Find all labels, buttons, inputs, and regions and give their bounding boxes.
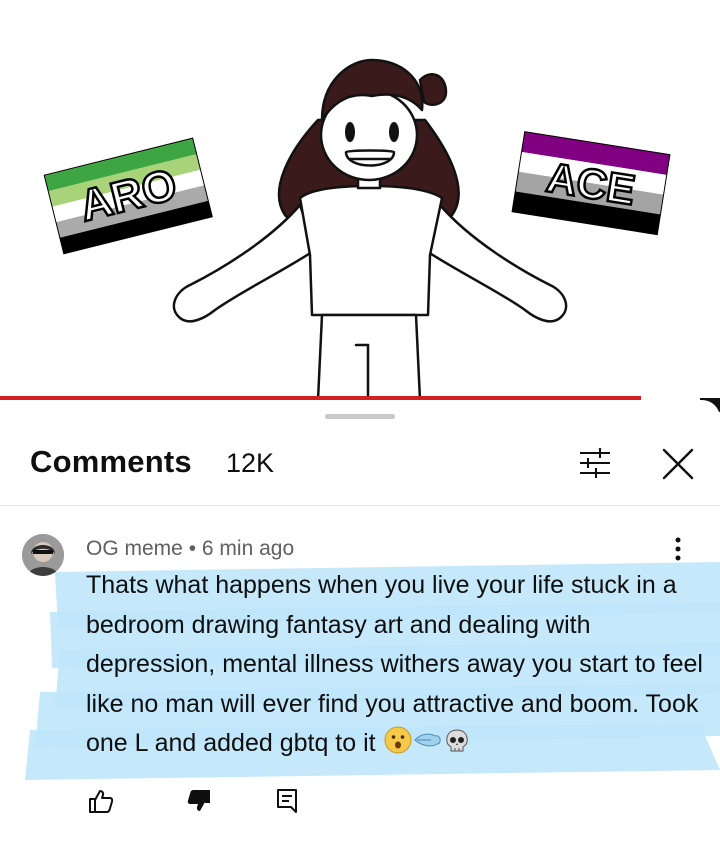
thumb-down-icon[interactable] (186, 788, 212, 814)
comments-count: 12K (226, 448, 275, 478)
meta-separator: • (188, 537, 197, 560)
comment-time: 6 min ago (201, 537, 295, 560)
avatar[interactable] (22, 534, 64, 576)
comment-meta: OG meme • 6 min ago (86, 537, 294, 561)
comment-text-block: Thats what happens when you live your li… (86, 566, 706, 764)
hushed-face-icon (384, 726, 412, 754)
video-frame-illustration: ARO ACE (43, 58, 671, 402)
ace-flag: ACE (511, 131, 671, 236)
filter-sliders-icon[interactable] (578, 446, 612, 480)
header-divider (0, 505, 720, 506)
dash-icon (413, 733, 441, 747)
skull-icon (445, 729, 468, 752)
comments-panel: Comments 12K OG meme • 6 min ago Thats w… (0, 400, 720, 843)
aro-flag: ARO (43, 137, 213, 255)
cartoon-character (172, 58, 568, 402)
reply-comment-icon[interactable] (274, 788, 300, 814)
drag-handle[interactable] (325, 414, 395, 419)
comments-title: Comments (30, 444, 192, 479)
video-player[interactable]: ARO ACE (0, 0, 720, 402)
comment-author[interactable]: OG meme (86, 537, 183, 560)
close-icon[interactable] (660, 446, 696, 482)
more-vert-icon[interactable] (668, 534, 688, 564)
thumb-up-icon[interactable] (88, 788, 114, 814)
